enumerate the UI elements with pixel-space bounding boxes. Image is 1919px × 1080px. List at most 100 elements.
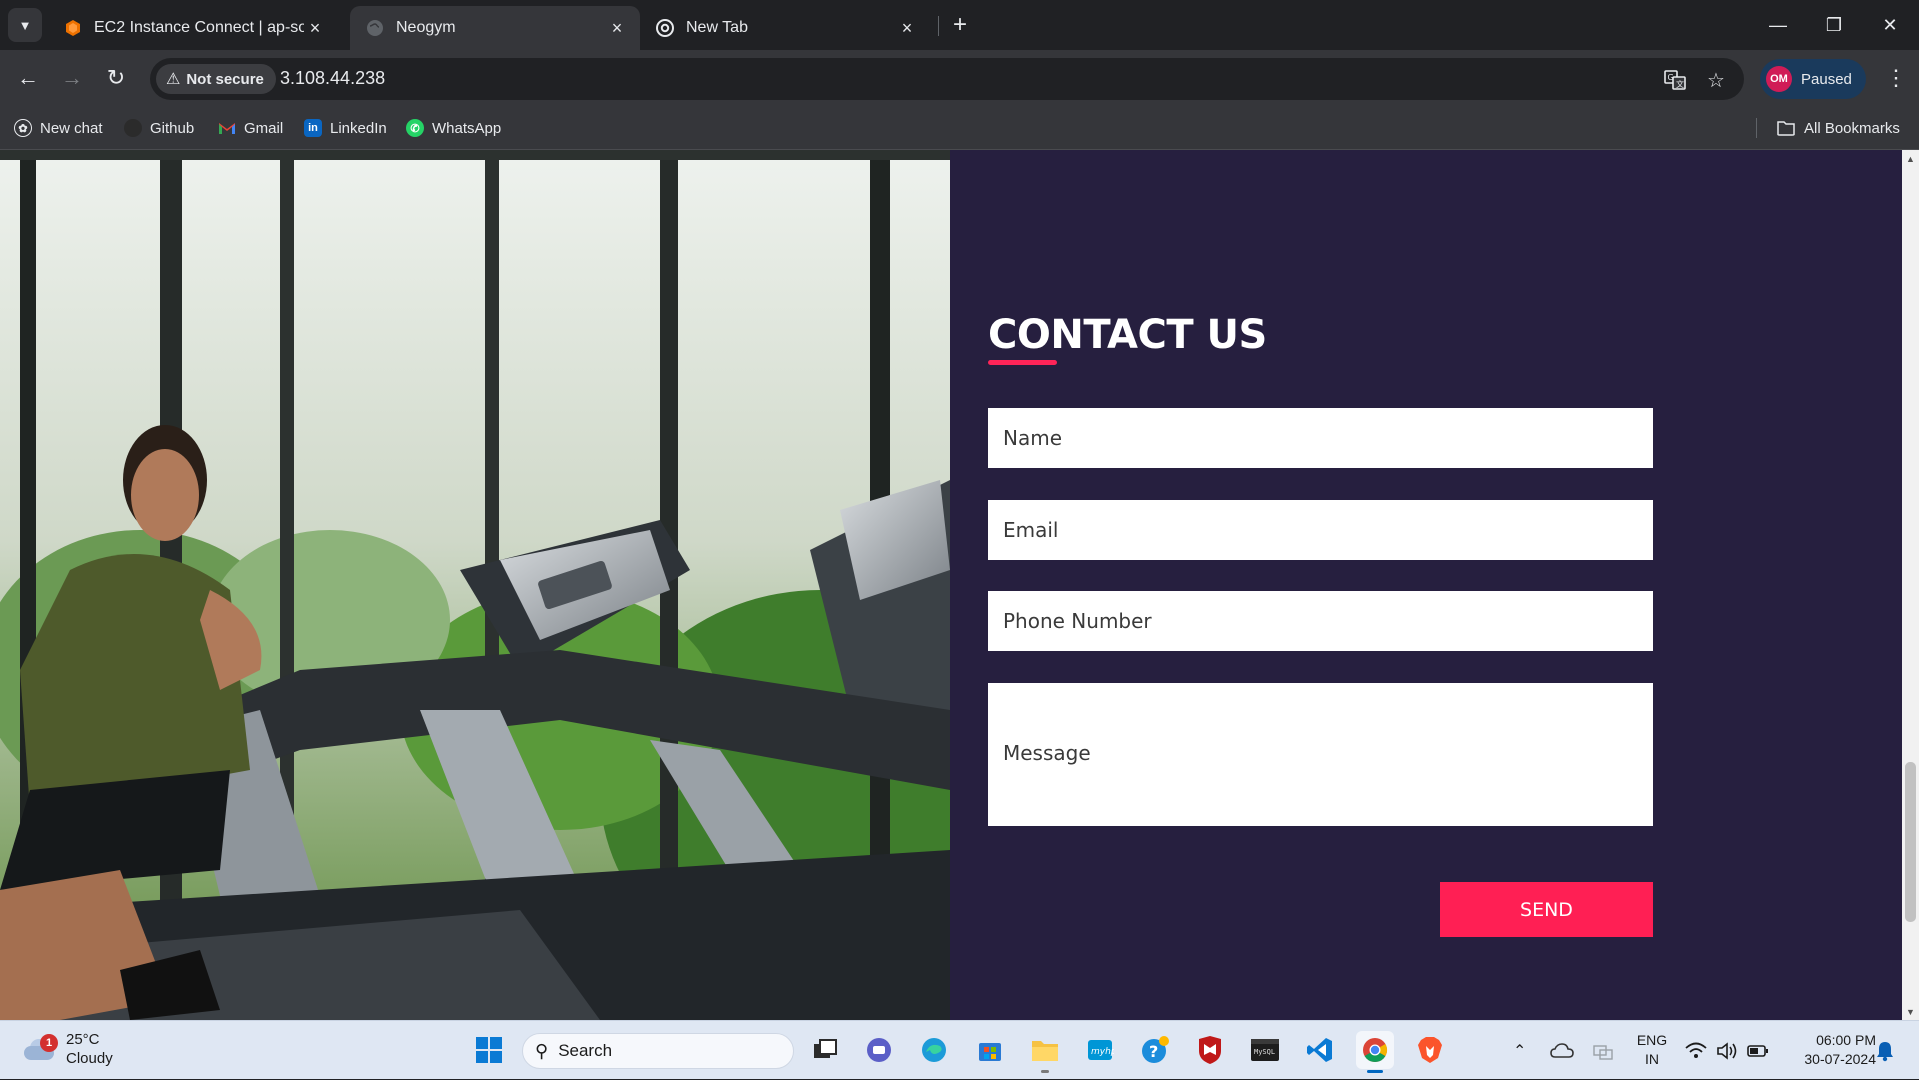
tab-title: EC2 Instance Connect | ap-south	[94, 19, 304, 36]
profile-status: Paused	[1801, 70, 1852, 88]
system-clock[interactable]: 06:00 PM 30-07-2024	[1780, 1031, 1876, 1069]
vscode-icon[interactable]	[1301, 1031, 1339, 1069]
windows-taskbar: 1 25°C Cloudy ⚲ Search myhp ? MySQL ⌃ EN…	[0, 1020, 1919, 1079]
restore-button[interactable]: ❐	[1806, 0, 1862, 50]
page-viewport: CONTACT US SEND	[0, 150, 1902, 1020]
plus-icon: +	[952, 11, 967, 38]
security-chip[interactable]: ⚠ Not secure	[156, 64, 276, 94]
tab-ec2[interactable]: EC2 Instance Connect | ap-south ×	[48, 6, 338, 50]
tab-neogym[interactable]: Neogym ×	[350, 6, 640, 50]
phone-field[interactable]	[988, 591, 1653, 651]
browser-menu-button[interactable]: ⋮	[1880, 62, 1912, 94]
name-field[interactable]	[988, 408, 1653, 468]
close-tab-icon[interactable]: ×	[304, 17, 326, 39]
minimize-button[interactable]: —	[1750, 0, 1806, 50]
language-indicator[interactable]: ENG IN	[1632, 1031, 1672, 1069]
address-bar[interactable]: ⚠ Not secure 3.108.44.238 G文 ☆	[150, 58, 1744, 100]
browser-toolbar: ← → ↻ ⚠ Not secure 3.108.44.238 G文 ☆ OM …	[0, 50, 1919, 106]
chevron-down-icon: ▼	[18, 17, 32, 33]
email-field[interactable]	[988, 500, 1653, 560]
brave-browser-icon[interactable]	[1411, 1031, 1449, 1069]
scrollbar-thumb[interactable]	[1905, 762, 1916, 922]
svg-text:myhp: myhp	[1091, 1047, 1114, 1057]
aws-hexagon-icon	[66, 20, 80, 36]
bookmark-label: Github	[150, 119, 195, 137]
bookmark-label: Gmail	[244, 119, 284, 137]
tab-strip: ▼ EC2 Instance Connect | ap-south × Neog…	[0, 0, 1919, 50]
bookmark-star-icon[interactable]: ☆	[1703, 67, 1729, 93]
bookmark-github[interactable]: Github	[124, 116, 194, 140]
network-adapter-icon[interactable]	[1592, 1021, 1614, 1080]
region-code: IN	[1645, 1051, 1659, 1067]
volume-icon[interactable]	[1716, 1021, 1738, 1080]
language-code: ENG	[1636, 1032, 1668, 1048]
clock-time: 06:00 PM	[1816, 1032, 1876, 1048]
mcafee-icon[interactable]	[1191, 1031, 1229, 1069]
weather-widget[interactable]: 1 25°C Cloudy	[22, 1030, 113, 1068]
title-underline	[988, 360, 1057, 365]
teams-chat-icon[interactable]	[860, 1031, 898, 1069]
chrome-taskbar-icon[interactable]	[1356, 1031, 1394, 1073]
reload-icon: ↻	[106, 65, 126, 90]
bookmark-new-chat[interactable]: ✿ New chat	[14, 116, 103, 140]
bookmark-gmail[interactable]: Gmail	[218, 116, 283, 140]
svg-text:G: G	[1668, 73, 1674, 82]
contact-title: CONTACT US	[988, 312, 1267, 358]
scroll-down-icon[interactable]: ▼	[1902, 1003, 1919, 1020]
show-hidden-icons[interactable]: ⌃	[1513, 1021, 1526, 1080]
close-tab-icon[interactable]: ×	[896, 17, 918, 39]
search-icon: ⚲	[535, 1040, 549, 1061]
terminal-app-icon[interactable]: MySQL	[1246, 1031, 1284, 1069]
bookmarks-bar: ✿ New chat Github Gmail in LinkedIn ✆ Wh…	[0, 106, 1919, 150]
all-bookmarks-button[interactable]: All Bookmarks	[1776, 116, 1900, 140]
gmail-icon	[219, 123, 235, 134]
url-text[interactable]: 3.108.44.238	[280, 68, 385, 89]
microsoft-store-icon[interactable]	[971, 1031, 1009, 1069]
arrow-right-icon: →	[61, 65, 83, 90]
start-button[interactable]	[470, 1031, 508, 1069]
scroll-up-icon[interactable]: ▲	[1902, 150, 1919, 167]
weather-condition: Cloudy	[66, 1050, 113, 1067]
openai-icon: ✿	[14, 119, 32, 137]
tab-title: New Tab	[686, 19, 748, 36]
close-tab-icon[interactable]: ×	[606, 17, 628, 39]
forward-button[interactable]: →	[56, 62, 88, 94]
wifi-icon[interactable]	[1685, 1021, 1707, 1080]
translate-icon[interactable]: G文	[1662, 67, 1688, 93]
close-window-button[interactable]: ✕	[1862, 0, 1918, 50]
page-scrollbar[interactable]: ▲ ▼	[1902, 150, 1919, 1020]
bookmark-whatsapp[interactable]: ✆ WhatsApp	[406, 116, 501, 140]
svg-text:MySQL: MySQL	[1254, 1048, 1275, 1056]
bookmark-linkedin[interactable]: in LinkedIn	[304, 116, 387, 140]
tab-new-tab[interactable]: New Tab ×	[640, 6, 930, 50]
file-explorer-icon[interactable]	[1026, 1031, 1064, 1073]
chrome-icon	[656, 19, 674, 37]
clock-date: 30-07-2024	[1804, 1051, 1876, 1067]
gym-photo	[0, 150, 950, 1020]
battery-icon[interactable]	[1747, 1021, 1769, 1080]
tab-search-button[interactable]: ▼	[8, 8, 42, 42]
onedrive-sync-icon[interactable]	[1550, 1021, 1574, 1080]
all-bookmarks-label: All Bookmarks	[1804, 119, 1900, 137]
close-icon: ✕	[1882, 14, 1898, 35]
search-placeholder: Search	[558, 1041, 613, 1060]
weather-temp: 25°C	[66, 1031, 100, 1048]
restore-icon: ❐	[1825, 14, 1843, 35]
task-view-icon[interactable]	[806, 1031, 844, 1069]
notifications-bell-icon[interactable]	[1875, 1021, 1895, 1080]
windows-logo-icon	[476, 1037, 502, 1063]
new-tab-button[interactable]: +	[945, 10, 975, 40]
taskbar-search[interactable]: ⚲ Search	[522, 1033, 794, 1069]
tab-title: Neogym	[396, 19, 456, 36]
reload-button[interactable]: ↻	[100, 62, 132, 94]
security-chip-label: Not secure	[186, 70, 264, 88]
myhp-icon[interactable]: myhp	[1081, 1031, 1119, 1069]
edge-browser-icon[interactable]	[915, 1031, 953, 1069]
back-button[interactable]: ←	[12, 62, 44, 94]
more-vertical-icon: ⋮	[1885, 65, 1907, 90]
send-button[interactable]: SEND	[1440, 882, 1653, 937]
profile-button[interactable]: OM Paused	[1760, 59, 1866, 99]
message-field[interactable]	[988, 683, 1653, 826]
get-help-icon[interactable]: ?	[1136, 1031, 1174, 1069]
github-icon	[124, 119, 142, 137]
